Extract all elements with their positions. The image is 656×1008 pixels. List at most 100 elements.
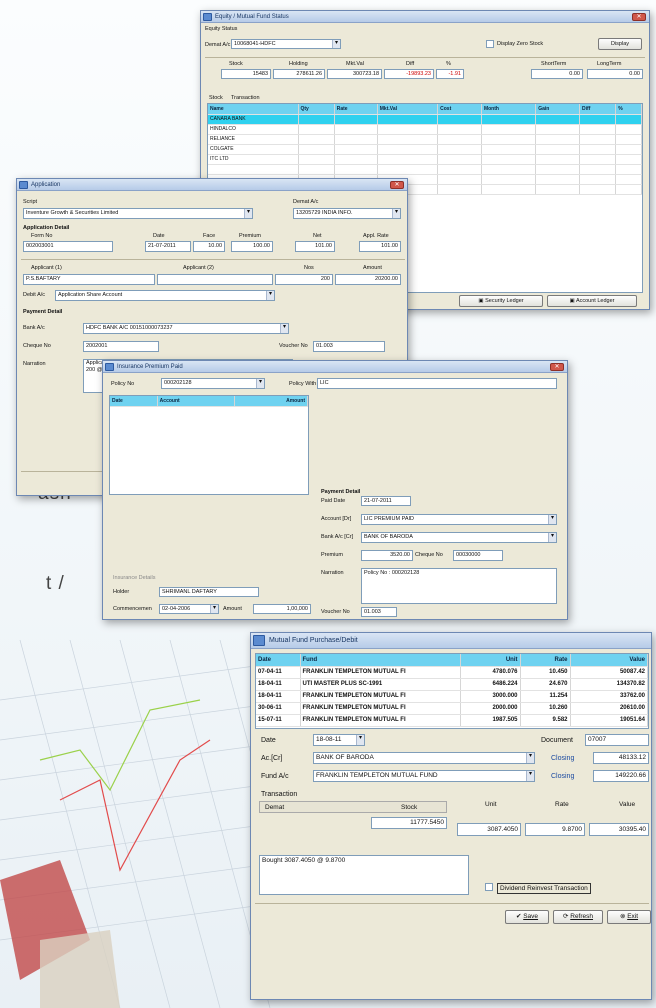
demat-select[interactable]: 13205729 INDIA INFO. (293, 208, 401, 219)
insurance-title: Insurance Premium Paid (117, 364, 183, 370)
applicant1-label: Applicant (1) (31, 265, 62, 271)
fund-table: Date Fund Unit Rate Value 07-04-11 FRANKLIN T… (255, 653, 649, 729)
paid-date-field[interactable]: 21-07-2011 (361, 496, 411, 506)
document-field[interactable]: 07007 (585, 734, 649, 746)
close-icon[interactable]: ✕ (550, 363, 564, 371)
note-field[interactable]: Bought 3087.4050 @ 9.8700 (259, 855, 469, 895)
amount-field[interactable]: 20200.00 (335, 274, 401, 285)
narration-field[interactable]: Policy No : 000202128 (361, 568, 557, 604)
separator (21, 259, 405, 260)
policy-no-select[interactable]: 000202128 (161, 378, 265, 389)
commencement-select[interactable]: 02-04-2006 (159, 604, 219, 614)
mutual-fund-title-bar: Mutual Fund Purchase/Debit (251, 633, 651, 649)
net-field[interactable]: 101.00 (295, 241, 335, 252)
amount-label: Amount (363, 265, 382, 271)
table-row[interactable]: COLGATE (208, 144, 642, 155)
refresh-button[interactable]: ⟳ Refresh (553, 910, 603, 924)
stock-label: Stock (401, 804, 418, 811)
applicant1-field[interactable]: P.S.BAFTARY (23, 274, 155, 285)
display-zero-label: Display Zero Stock (497, 41, 544, 47)
unit-label: Unit (485, 801, 497, 808)
appl-rate-field[interactable]: 101.00 (359, 241, 401, 252)
cheque-field[interactable]: 00030000 (453, 550, 503, 561)
long-term-value: 0.00 (587, 69, 643, 79)
document-label: Document (541, 737, 573, 744)
account-ledger-button[interactable]: ▣ Account Ledger (547, 295, 637, 307)
value-field[interactable]: 30395.40 (589, 823, 649, 836)
insurance-details-label: Insurance Details (113, 575, 156, 581)
close-icon[interactable]: ✕ (390, 181, 404, 189)
payment-detail-label: Payment Detail (321, 489, 361, 495)
form-no-field[interactable]: 002003001 (23, 241, 113, 252)
date-field[interactable]: 21-07-2011 (145, 241, 191, 252)
appl-rate-label: Appl. Rate (363, 233, 389, 239)
fund-ac-select[interactable]: FRANKLIN TEMPLETON MUTUAL FUND (313, 770, 535, 782)
mutual-fund-window: Mutual Fund Purchase/Debit Date Fund Unit R… (250, 632, 652, 1000)
close-icon[interactable]: ✕ (632, 13, 646, 21)
dividend-checkbox[interactable] (485, 883, 493, 891)
table-row[interactable]: HINDALCO (208, 124, 642, 135)
th-cost: Cost (437, 104, 482, 115)
tab-stock[interactable]: Stock (209, 95, 223, 101)
closing-field-2: 149220.66 (593, 770, 649, 782)
stock-value: 15483 (221, 69, 271, 79)
cheque-field[interactable]: 2002001 (83, 341, 159, 352)
debit-select[interactable]: Application Share Account (55, 290, 275, 301)
bank-label: Bank A/c (23, 325, 45, 331)
face-field[interactable]: 10.00 (193, 241, 225, 252)
separator (255, 903, 649, 904)
th-gain: Gain (535, 104, 581, 115)
premium-field[interactable]: 3520.00 (361, 550, 413, 561)
display-zero-checkbox[interactable] (486, 40, 494, 48)
face-label: Face (203, 233, 216, 239)
table-row[interactable]: RELIANCE (208, 134, 642, 145)
display-button[interactable]: Display (598, 38, 642, 50)
demat-label: Demat (265, 804, 285, 811)
table-row[interactable]: 30-06-11 FRANKLIN TEMPLETON MUTUAL FI 2000… (256, 702, 648, 715)
premium-field[interactable]: 100.00 (231, 241, 273, 252)
voucher-field[interactable]: 01.003 (313, 341, 385, 352)
unit-field[interactable]: 3087.4050 (457, 823, 521, 836)
demat-select[interactable]: 10068041-HDFC (231, 39, 341, 49)
nos-field[interactable]: 200 (275, 274, 333, 285)
applicant2-field[interactable] (157, 274, 273, 285)
fund-ac-label: Fund A/c (261, 773, 289, 780)
exit-button[interactable]: ⊗ Exit (607, 910, 651, 924)
th-pct: % (615, 104, 642, 115)
th-rate: Rate (520, 654, 571, 667)
debit-label: Debit A/c (23, 292, 46, 298)
bank-select[interactable]: BANK OF BARODA (361, 532, 557, 543)
application-title-bar: Application ✕ (17, 179, 407, 191)
long-term-label: LongTerm (597, 61, 622, 67)
rate-field[interactable]: 9.8700 (525, 823, 585, 836)
cheque-label: Cheque No (23, 343, 51, 349)
security-ledger-button[interactable]: ▣ Security Ledger (459, 295, 543, 307)
bank-select[interactable]: HDFC BANK A/C 00151000073237 (83, 323, 289, 334)
table-row[interactable]: 18-04-11 UTI MASTER PLUS SC-1991 6486.224 2… (256, 678, 648, 691)
script-select[interactable]: Inventure Growth & Securities Limited (23, 208, 253, 219)
th-month: Month (481, 104, 537, 115)
policy-no-label: Policy No (111, 381, 135, 387)
table-row[interactable]: 07-04-11 FRANKLIN TEMPLETON MUTUAL FI 4780… (256, 666, 648, 679)
table-row[interactable]: 18-04-11 FRANKLIN TEMPLETON MUTUAL FI 3000… (256, 690, 648, 703)
applicant2-label: Applicant (2) (183, 265, 214, 271)
table-row[interactable]: ITC LTD (208, 154, 642, 165)
pct-value: -1.91 (436, 69, 464, 79)
table-row[interactable]: 15-07-11 FRANKLIN TEMPLETON MUTUAL FI 1987… (256, 714, 648, 727)
amount-field[interactable]: 1,00,000 (253, 604, 311, 614)
voucher-label: Voucher No (279, 343, 308, 349)
closing-field-1: 48133.12 (593, 752, 649, 764)
tab-transaction[interactable]: Transaction (231, 95, 260, 101)
application-title: Application (31, 182, 61, 188)
mktval-value: 300723.18 (327, 69, 382, 79)
save-button[interactable]: ✔ Save (505, 910, 549, 924)
voucher-field[interactable]: 01.003 (361, 607, 397, 617)
background-text-slash: t / (46, 573, 65, 594)
table-row[interactable]: CANARA BANK (208, 114, 642, 125)
date-select[interactable]: 18-08-11 (313, 734, 365, 746)
date-label: Date (153, 233, 165, 239)
ac-cr-select[interactable]: BANK OF BARODA (313, 752, 535, 764)
policy-with-field[interactable]: LIC (317, 378, 557, 389)
holder-field[interactable]: SHRIMANL DAFTARY (159, 587, 259, 597)
account-select[interactable]: LIC PREMIUM PAID (361, 514, 557, 525)
